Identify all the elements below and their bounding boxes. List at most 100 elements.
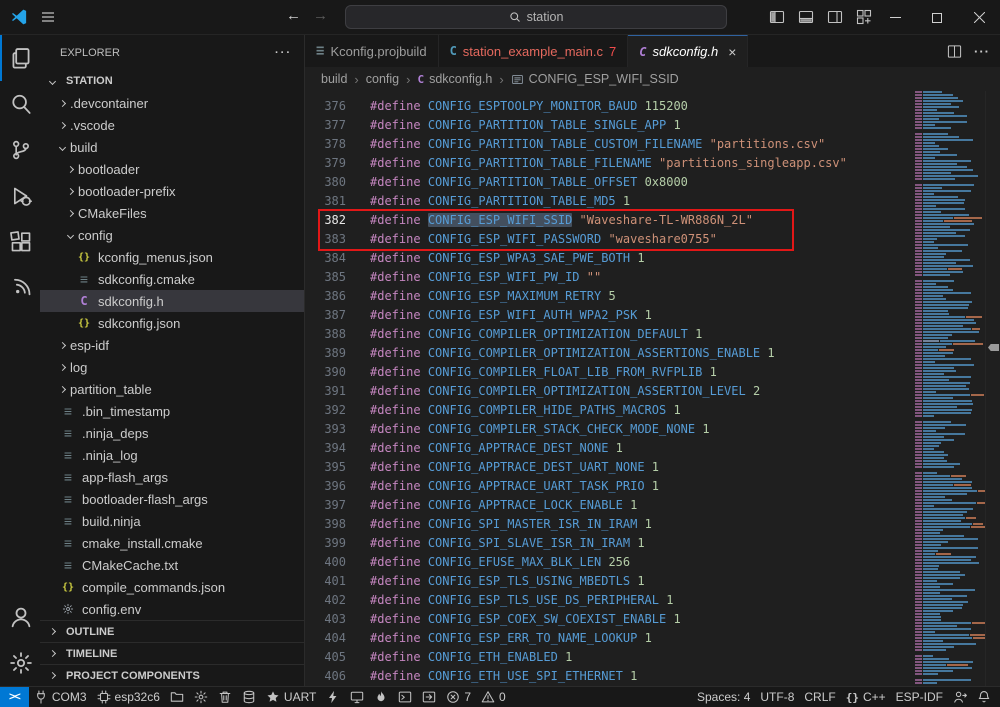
- code-line-383[interactable]: 383#define CONFIG_ESP_WIFI_PASSWORD "wav…: [305, 230, 1000, 249]
- code-line-391[interactable]: 391#define CONFIG_COMPILER_OPTIMIZATION_…: [305, 382, 1000, 401]
- activity-item-account[interactable]: [0, 594, 40, 640]
- overview-ruler[interactable]: [985, 91, 1000, 686]
- tree-item-app-flash_args[interactable]: ≡app-flash_args: [40, 466, 304, 488]
- back-arrow[interactable]: ←: [286, 7, 301, 24]
- status-item-0[interactable]: 0: [476, 687, 511, 707]
- status-item-C++[interactable]: {}C++: [841, 687, 891, 707]
- breadcrumb-item-config[interactable]: config: [366, 72, 399, 86]
- status-item-7[interactable]: 7: [441, 687, 476, 707]
- status-item-UART[interactable]: UART: [261, 687, 321, 707]
- toggle-panel-icon[interactable]: [798, 9, 814, 25]
- code-line-376[interactable]: 376#define CONFIG_ESPTOOLPY_MONITOR_BAUD…: [305, 97, 1000, 116]
- code-line-379[interactable]: 379#define CONFIG_PARTITION_TABLE_FILENA…: [305, 154, 1000, 173]
- minimize-button[interactable]: [874, 0, 916, 35]
- tree-item-build.ninja[interactable]: ≡build.ninja: [40, 510, 304, 532]
- code-line-397[interactable]: 397#define CONFIG_APPTRACE_LOCK_ENABLE 1: [305, 496, 1000, 515]
- code-line-389[interactable]: 389#define CONFIG_COMPILER_OPTIMIZATION_…: [305, 344, 1000, 363]
- tree-item-CMakeFiles[interactable]: CMakeFiles: [40, 202, 304, 224]
- code-line-381[interactable]: 381#define CONFIG_PARTITION_TABLE_MD5 1: [305, 192, 1000, 211]
- code-line-404[interactable]: 404#define CONFIG_ESP_ERR_TO_NAME_LOOKUP…: [305, 629, 1000, 648]
- section-outline[interactable]: OUTLINE: [40, 620, 304, 642]
- tree-item-sdkconfig.h[interactable]: Csdkconfig.h: [40, 290, 304, 312]
- minimap[interactable]: [905, 91, 985, 686]
- code-line-398[interactable]: 398#define CONFIG_SPI_MASTER_ISR_IN_IRAM…: [305, 515, 1000, 534]
- code-line-399[interactable]: 399#define CONFIG_SPI_SLAVE_ISR_IN_IRAM …: [305, 534, 1000, 553]
- code-line-386[interactable]: 386#define CONFIG_ESP_MAXIMUM_RETRY 5: [305, 287, 1000, 306]
- code-line-380[interactable]: 380#define CONFIG_PARTITION_TABLE_OFFSET…: [305, 173, 1000, 192]
- customize-layout-icon[interactable]: [856, 9, 872, 25]
- tree-item-esp-idf[interactable]: esp-idf: [40, 334, 304, 356]
- code-line-378[interactable]: 378#define CONFIG_PARTITION_TABLE_CUSTOM…: [305, 135, 1000, 154]
- tree-item-.bin_timestamp[interactable]: ≡.bin_timestamp: [40, 400, 304, 422]
- status-item-esp32c6[interactable]: esp32c6: [92, 687, 165, 707]
- section-timeline[interactable]: TIMELINE: [40, 642, 304, 664]
- close-tab-icon[interactable]: ×: [728, 44, 736, 60]
- activity-item-settings[interactable]: [0, 640, 40, 686]
- code-line-402[interactable]: 402#define CONFIG_ESP_TLS_USE_DS_PERIPHE…: [305, 591, 1000, 610]
- status-item-bolt[interactable]: [321, 687, 345, 707]
- status-item-flame[interactable]: [369, 687, 393, 707]
- code-line-382[interactable]: 382#define CONFIG_ESP_WIFI_SSID "Wavesha…: [305, 211, 1000, 230]
- code-line-384[interactable]: 384#define CONFIG_ESP_WPA3_SAE_PWE_BOTH …: [305, 249, 1000, 268]
- status-item-CRLF[interactable]: CRLF: [799, 687, 840, 707]
- code-line-393[interactable]: 393#define CONFIG_COMPILER_STACK_CHECK_M…: [305, 420, 1000, 439]
- activity-item-source-control[interactable]: [0, 127, 40, 173]
- status-item-monitor[interactable]: [345, 687, 369, 707]
- activity-item-espressif[interactable]: [0, 265, 40, 311]
- explorer-more-icon[interactable]: ···: [275, 47, 292, 59]
- code-line-394[interactable]: 394#define CONFIG_APPTRACE_DEST_NONE 1: [305, 439, 1000, 458]
- activity-item-explorer[interactable]: [0, 35, 40, 81]
- status-item-gear[interactable]: [189, 687, 213, 707]
- command-center-search[interactable]: station: [345, 5, 727, 29]
- tree-item-build[interactable]: build: [40, 136, 304, 158]
- activity-item-search[interactable]: [0, 81, 40, 127]
- breadcrumb-item-CONFIG_ESP_WIFI_SSID[interactable]: CONFIG_ESP_WIFI_SSID: [511, 72, 679, 86]
- tree-item-.ninja_log[interactable]: ≡.ninja_log: [40, 444, 304, 466]
- tree-item-log[interactable]: log: [40, 356, 304, 378]
- tree-item-config[interactable]: config: [40, 224, 304, 246]
- section-station[interactable]: STATION: [40, 70, 304, 92]
- tree-item-kconfig_menus.json[interactable]: {}kconfig_menus.json: [40, 246, 304, 268]
- tree-item-.ninja_deps[interactable]: ≡.ninja_deps: [40, 422, 304, 444]
- code-line-403[interactable]: 403#define CONFIG_ESP_COEX_SW_COEXIST_EN…: [305, 610, 1000, 629]
- status-item-terminal[interactable]: [393, 687, 417, 707]
- tree-item-bootloader[interactable]: bootloader: [40, 158, 304, 180]
- menu-icon[interactable]: [40, 9, 56, 25]
- tab-sdkconfig.h[interactable]: Csdkconfig.h×: [628, 35, 748, 67]
- tree-item-bootloader-flash_args[interactable]: ≡bootloader-flash_args: [40, 488, 304, 510]
- tree-item-.devcontainer[interactable]: .devcontainer: [40, 92, 304, 114]
- tree-item-CMakeCache.txt[interactable]: ≡CMakeCache.txt: [40, 554, 304, 576]
- split-editor-icon[interactable]: [947, 44, 962, 59]
- code-line-377[interactable]: 377#define CONFIG_PARTITION_TABLE_SINGLE…: [305, 116, 1000, 135]
- status-item-><[interactable]: ><: [0, 687, 29, 707]
- toggle-secondary-sidebar-icon[interactable]: [827, 9, 843, 25]
- tree-item-cmake_install.cmake[interactable]: ≡cmake_install.cmake: [40, 532, 304, 554]
- code-line-390[interactable]: 390#define CONFIG_COMPILER_FLOAT_LIB_FRO…: [305, 363, 1000, 382]
- activity-item-extensions[interactable]: [0, 219, 40, 265]
- tree-item-partition_table[interactable]: partition_table: [40, 378, 304, 400]
- activity-item-run-debug[interactable]: [0, 173, 40, 219]
- code-line-392[interactable]: 392#define CONFIG_COMPILER_HIDE_PATHS_MA…: [305, 401, 1000, 420]
- breadcrumb-item-sdkconfig.h[interactable]: Csdkconfig.h: [417, 72, 492, 86]
- code-line-388[interactable]: 388#define CONFIG_COMPILER_OPTIMIZATION_…: [305, 325, 1000, 344]
- tree-item-sdkconfig.cmake[interactable]: ≡sdkconfig.cmake: [40, 268, 304, 290]
- breadcrumb-item-build[interactable]: build: [321, 72, 347, 86]
- tree-item-.vscode[interactable]: .vscode: [40, 114, 304, 136]
- code-line-396[interactable]: 396#define CONFIG_APPTRACE_UART_TASK_PRI…: [305, 477, 1000, 496]
- code-area[interactable]: 376#define CONFIG_ESPTOOLPY_MONITOR_BAUD…: [305, 91, 1000, 686]
- code-line-385[interactable]: 385#define CONFIG_ESP_WIFI_PW_ID "": [305, 268, 1000, 287]
- status-item-trash[interactable]: [213, 687, 237, 707]
- code-line-401[interactable]: 401#define CONFIG_ESP_TLS_USING_MBEDTLS …: [305, 572, 1000, 591]
- code-line-395[interactable]: 395#define CONFIG_APPTRACE_DEST_UART_NON…: [305, 458, 1000, 477]
- status-item-COM3[interactable]: COM3: [29, 687, 92, 707]
- section-project-components[interactable]: PROJECT COMPONENTS: [40, 664, 304, 686]
- close-button[interactable]: [958, 0, 1000, 35]
- status-item-folder[interactable]: [165, 687, 189, 707]
- tree-item-compile_commands.json[interactable]: {}compile_commands.json: [40, 576, 304, 598]
- editor-more-icon[interactable]: ···: [974, 44, 990, 59]
- status-item-ESP-IDF[interactable]: ESP-IDF: [891, 687, 948, 707]
- status-item-bell[interactable]: [972, 687, 996, 707]
- code-line-406[interactable]: 406#define CONFIG_ETH_USE_SPI_ETHERNET 1: [305, 667, 1000, 686]
- status-item-person[interactable]: [948, 687, 972, 707]
- tree-item-bootloader-prefix[interactable]: bootloader-prefix: [40, 180, 304, 202]
